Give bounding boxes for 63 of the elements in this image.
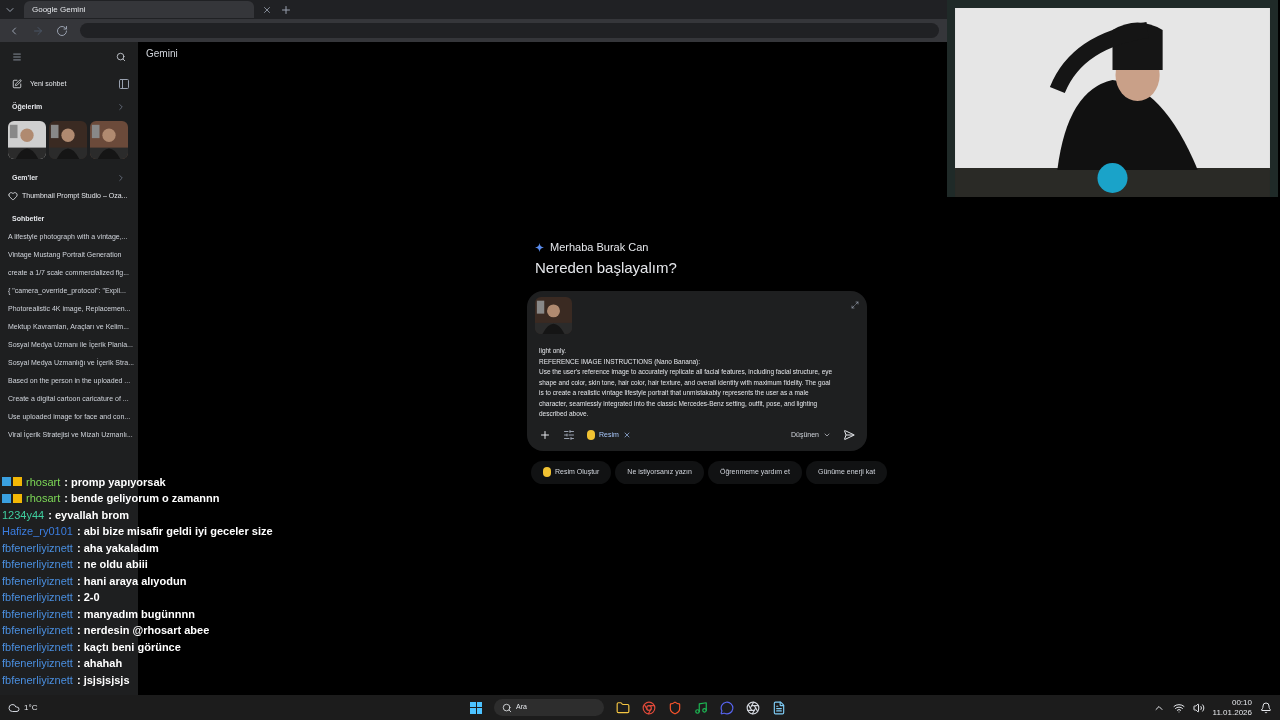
wifi-icon[interactable] <box>1172 701 1185 714</box>
chat-username: fbfenerliyiznett <box>2 623 73 638</box>
chat-message: : aha yakaladım <box>76 540 159 556</box>
chat-message: : promp yapıyorsak <box>64 474 166 490</box>
search-icon[interactable] <box>116 52 126 62</box>
sparkle-icon <box>535 242 544 252</box>
chat-username: 1234y44 <box>2 507 45 523</box>
aperture-icon[interactable] <box>746 700 760 715</box>
clock-time: 00:10 <box>1231 697 1252 708</box>
chat-message: : bende geliyorum o zamannn <box>64 491 220 506</box>
chat-message: : ne oldu abiii <box>76 557 148 572</box>
chat-username: fbfenerliyiznett <box>2 573 73 589</box>
browser-icon[interactable] <box>642 700 656 715</box>
greeting-question: Nereden başlayalım? <box>534 257 678 278</box>
chevron-icon <box>823 431 831 439</box>
chat-username: rhosart <box>26 474 61 490</box>
start-icon[interactable] <box>470 701 482 714</box>
expand-icon[interactable] <box>851 301 859 309</box>
chat-username: Hafize_ry0101 <box>2 524 73 539</box>
chat-badge-icon <box>2 493 22 503</box>
search-icon <box>502 702 512 713</box>
send-icon[interactable] <box>843 429 855 441</box>
chat-message: : 2-0 <box>76 590 100 605</box>
reload-icon[interactable] <box>56 24 68 37</box>
edit-icon <box>12 79 22 89</box>
chat-app-icon[interactable] <box>720 700 734 715</box>
chat-badge-icon <box>2 477 22 487</box>
chat-message: : eyvallah brom <box>48 507 129 523</box>
chat-username: fbfenerliyiznett <box>2 606 73 622</box>
chat-username: fbfenerliyiznett <box>2 672 73 688</box>
chat-message: : jsjsjsjsjs <box>76 672 130 688</box>
app-title: Gemini <box>145 47 179 61</box>
chat-message: : nerdesin @rhosart abee <box>76 623 210 638</box>
chat-username: rhosart <box>26 491 61 506</box>
menu-icon[interactable] <box>12 52 22 62</box>
notepad-icon[interactable] <box>772 700 786 715</box>
notification-icon[interactable] <box>1260 701 1272 714</box>
close-icon[interactable] <box>622 431 631 439</box>
clock-date: 11.01.2026 <box>1212 707 1252 718</box>
chat-message: : abi bize misafir geldi iyi geceler size <box>76 524 273 539</box>
volume-icon[interactable] <box>1192 701 1205 714</box>
chat-username: fbfenerliyiznett <box>2 656 73 671</box>
chat-message: : hani araya alıyodun <box>76 573 187 589</box>
chat-message: : manyadım bugünnnn <box>76 606 195 622</box>
tools-icon[interactable] <box>563 429 575 441</box>
browser-tab[interactable]: Google Gemini <box>24 1 254 18</box>
close-icon[interactable] <box>262 4 272 15</box>
weather-icon <box>8 701 20 714</box>
music-icon[interactable] <box>694 700 708 715</box>
chat-username: fbfenerliyiznett <box>2 557 73 572</box>
chat-username: fbfenerliyiznett <box>2 540 73 556</box>
chat-username: fbfenerliyiznett <box>2 590 73 605</box>
heart-icon <box>8 191 18 202</box>
folder-icon[interactable] <box>616 700 630 715</box>
shield-icon[interactable] <box>668 700 682 715</box>
chat-message: : kaçtı beni görünce <box>76 639 181 655</box>
new-tab-icon[interactable] <box>280 3 292 16</box>
add-icon[interactable] <box>539 429 551 441</box>
weather-text: 1°C <box>24 701 38 714</box>
panel-icon[interactable] <box>118 78 130 90</box>
chat-message: : ahahah <box>76 656 123 671</box>
greeting-text: Merhaba Burak Can <box>550 240 649 255</box>
chat-username: fbfenerliyiznett <box>2 639 73 655</box>
